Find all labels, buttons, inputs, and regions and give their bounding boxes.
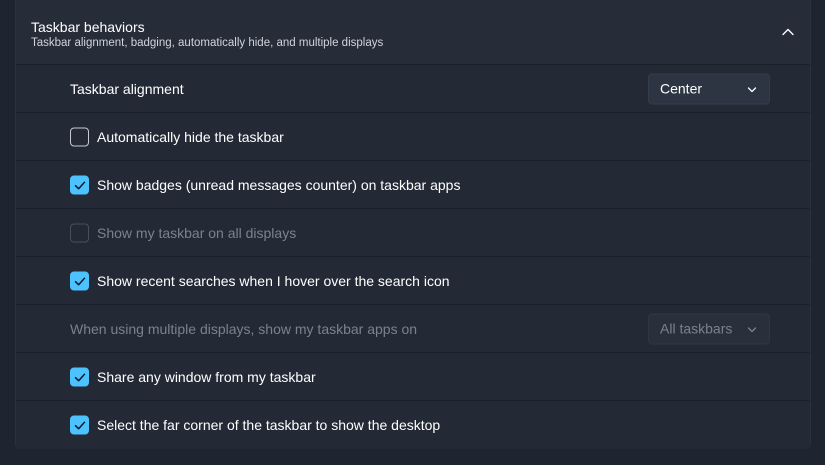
section-header[interactable]: Taskbar behaviors Taskbar alignment, bad… xyxy=(16,0,810,65)
chevron-down-icon xyxy=(747,86,757,92)
multi-display-row: When using multiple displays, show my ta… xyxy=(16,305,810,353)
auto-hide-label: Automatically hide the taskbar xyxy=(97,128,284,145)
far-corner-row[interactable]: Select the far corner of the taskbar to … xyxy=(16,401,810,449)
auto-hide-row[interactable]: Automatically hide the taskbar xyxy=(16,113,810,161)
taskbar-alignment-value: Center xyxy=(660,80,703,97)
all-displays-label: Show my taskbar on all displays xyxy=(97,224,297,241)
checkmark-icon xyxy=(74,181,86,189)
taskbar-alignment-row: Taskbar alignment Center xyxy=(16,65,810,113)
show-badges-label: Show badges (unread messages counter) on… xyxy=(97,176,461,193)
all-displays-row: Show my taskbar on all displays xyxy=(16,209,810,257)
recent-searches-label: Show recent searches when I hover over t… xyxy=(97,272,450,289)
auto-hide-checkbox[interactable] xyxy=(70,127,89,146)
checkmark-icon xyxy=(74,277,86,285)
section-title: Taskbar behaviors xyxy=(31,19,145,35)
multi-display-label: When using multiple displays, show my ta… xyxy=(70,320,418,337)
taskbar-behaviors-panel: Taskbar behaviors Taskbar alignment, bad… xyxy=(15,0,811,449)
checkmark-icon xyxy=(74,373,86,381)
share-window-label: Share any window from my taskbar xyxy=(97,368,316,385)
multi-display-dropdown: All taskbars xyxy=(648,313,770,344)
checkmark-icon xyxy=(74,421,86,430)
section-subtitle: Taskbar alignment, badging, automaticall… xyxy=(31,37,384,49)
show-badges-checkbox[interactable] xyxy=(70,175,89,194)
all-displays-checkbox xyxy=(70,223,89,242)
far-corner-checkbox[interactable] xyxy=(70,415,89,435)
recent-searches-row[interactable]: Show recent searches when I hover over t… xyxy=(16,257,810,305)
multi-display-value: All taskbars xyxy=(660,320,733,337)
recent-searches-checkbox[interactable] xyxy=(70,271,89,290)
chevron-up-icon[interactable] xyxy=(780,24,796,40)
share-window-row[interactable]: Share any window from my taskbar xyxy=(16,353,810,401)
show-badges-row[interactable]: Show badges (unread messages counter) on… xyxy=(16,161,810,209)
far-corner-label: Select the far corner of the taskbar to … xyxy=(97,417,441,433)
chevron-down-icon xyxy=(747,326,757,332)
taskbar-alignment-label: Taskbar alignment xyxy=(70,80,184,97)
share-window-checkbox[interactable] xyxy=(70,367,89,386)
taskbar-alignment-dropdown[interactable]: Center xyxy=(648,73,770,104)
